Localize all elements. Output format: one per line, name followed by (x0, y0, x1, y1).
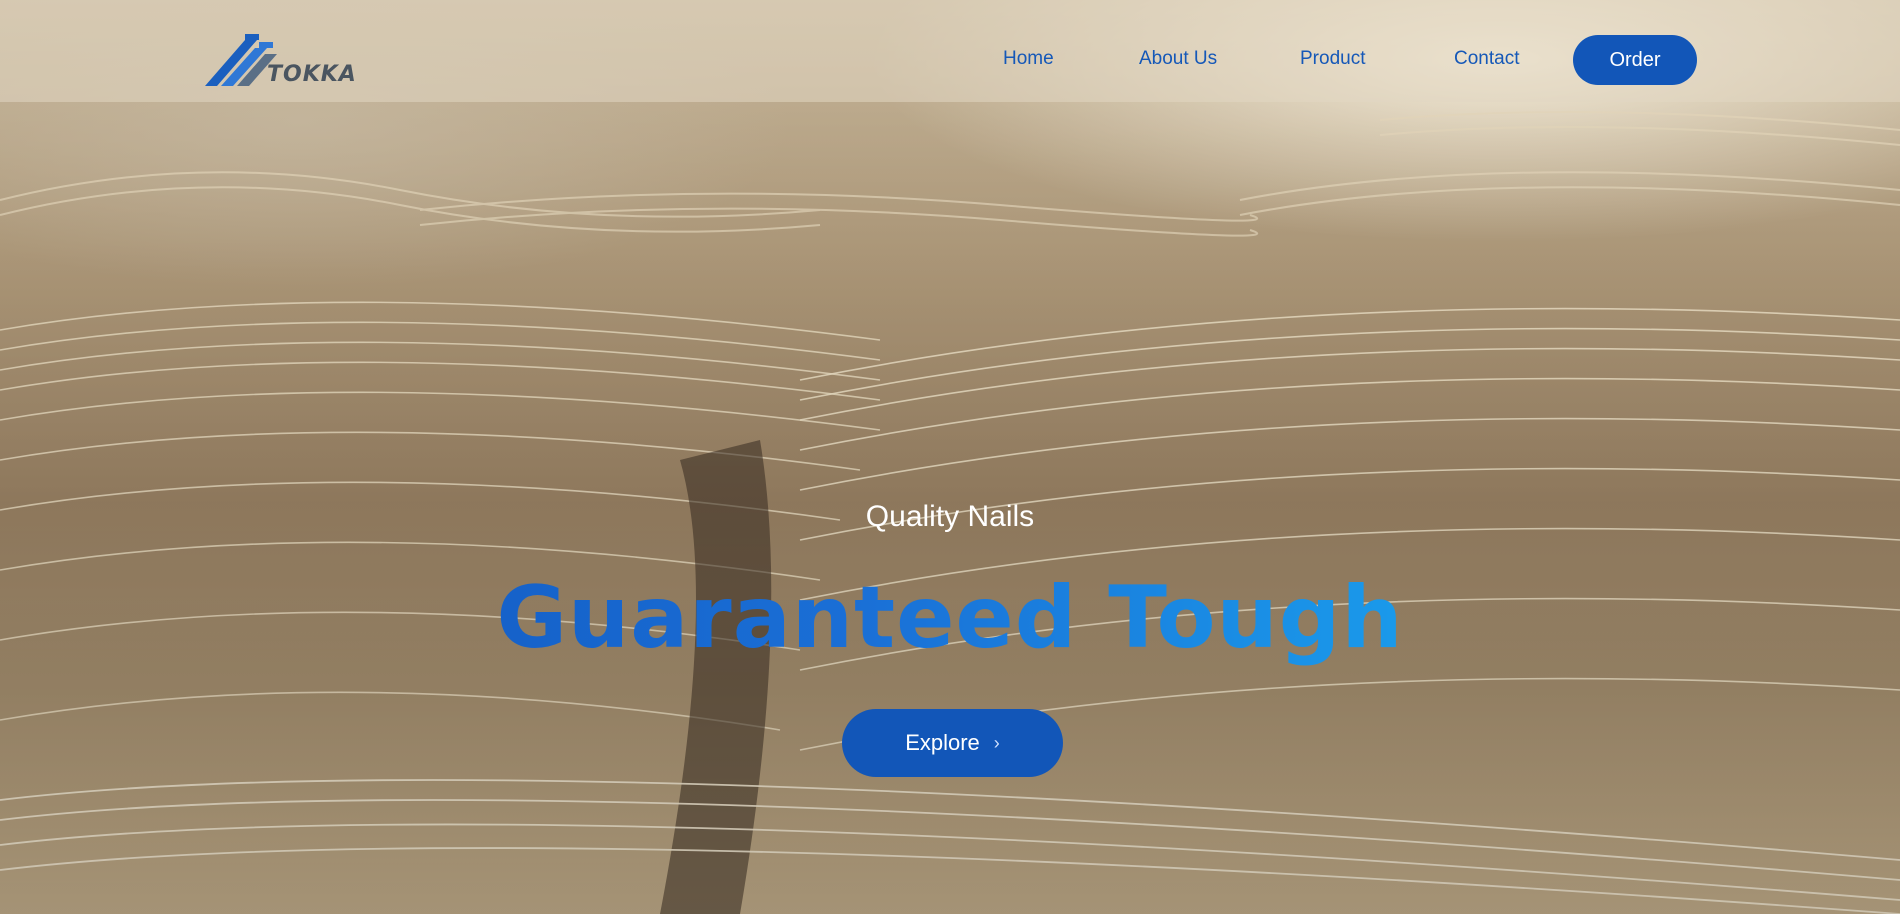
nav-contact[interactable]: Contact (1454, 48, 1519, 70)
main-nav: Home About Us Product Contact Order (0, 0, 1900, 102)
chevron-right-icon: › (993, 732, 1000, 753)
hero-subtitle: Quality Nails (865, 500, 1035, 533)
order-button[interactable]: Order (1573, 35, 1697, 85)
nav-home[interactable]: Home (1003, 48, 1054, 70)
explore-label: Explore (905, 730, 980, 755)
nav-product[interactable]: Product (1300, 48, 1365, 70)
hero-headline: Guaranteed Tough (0, 568, 1900, 668)
nav-about-us[interactable]: About Us (1139, 48, 1217, 70)
site-header: TOKKA Home About Us Product Contact Orde… (0, 0, 1900, 102)
explore-button[interactable]: Explore › (842, 709, 1063, 777)
